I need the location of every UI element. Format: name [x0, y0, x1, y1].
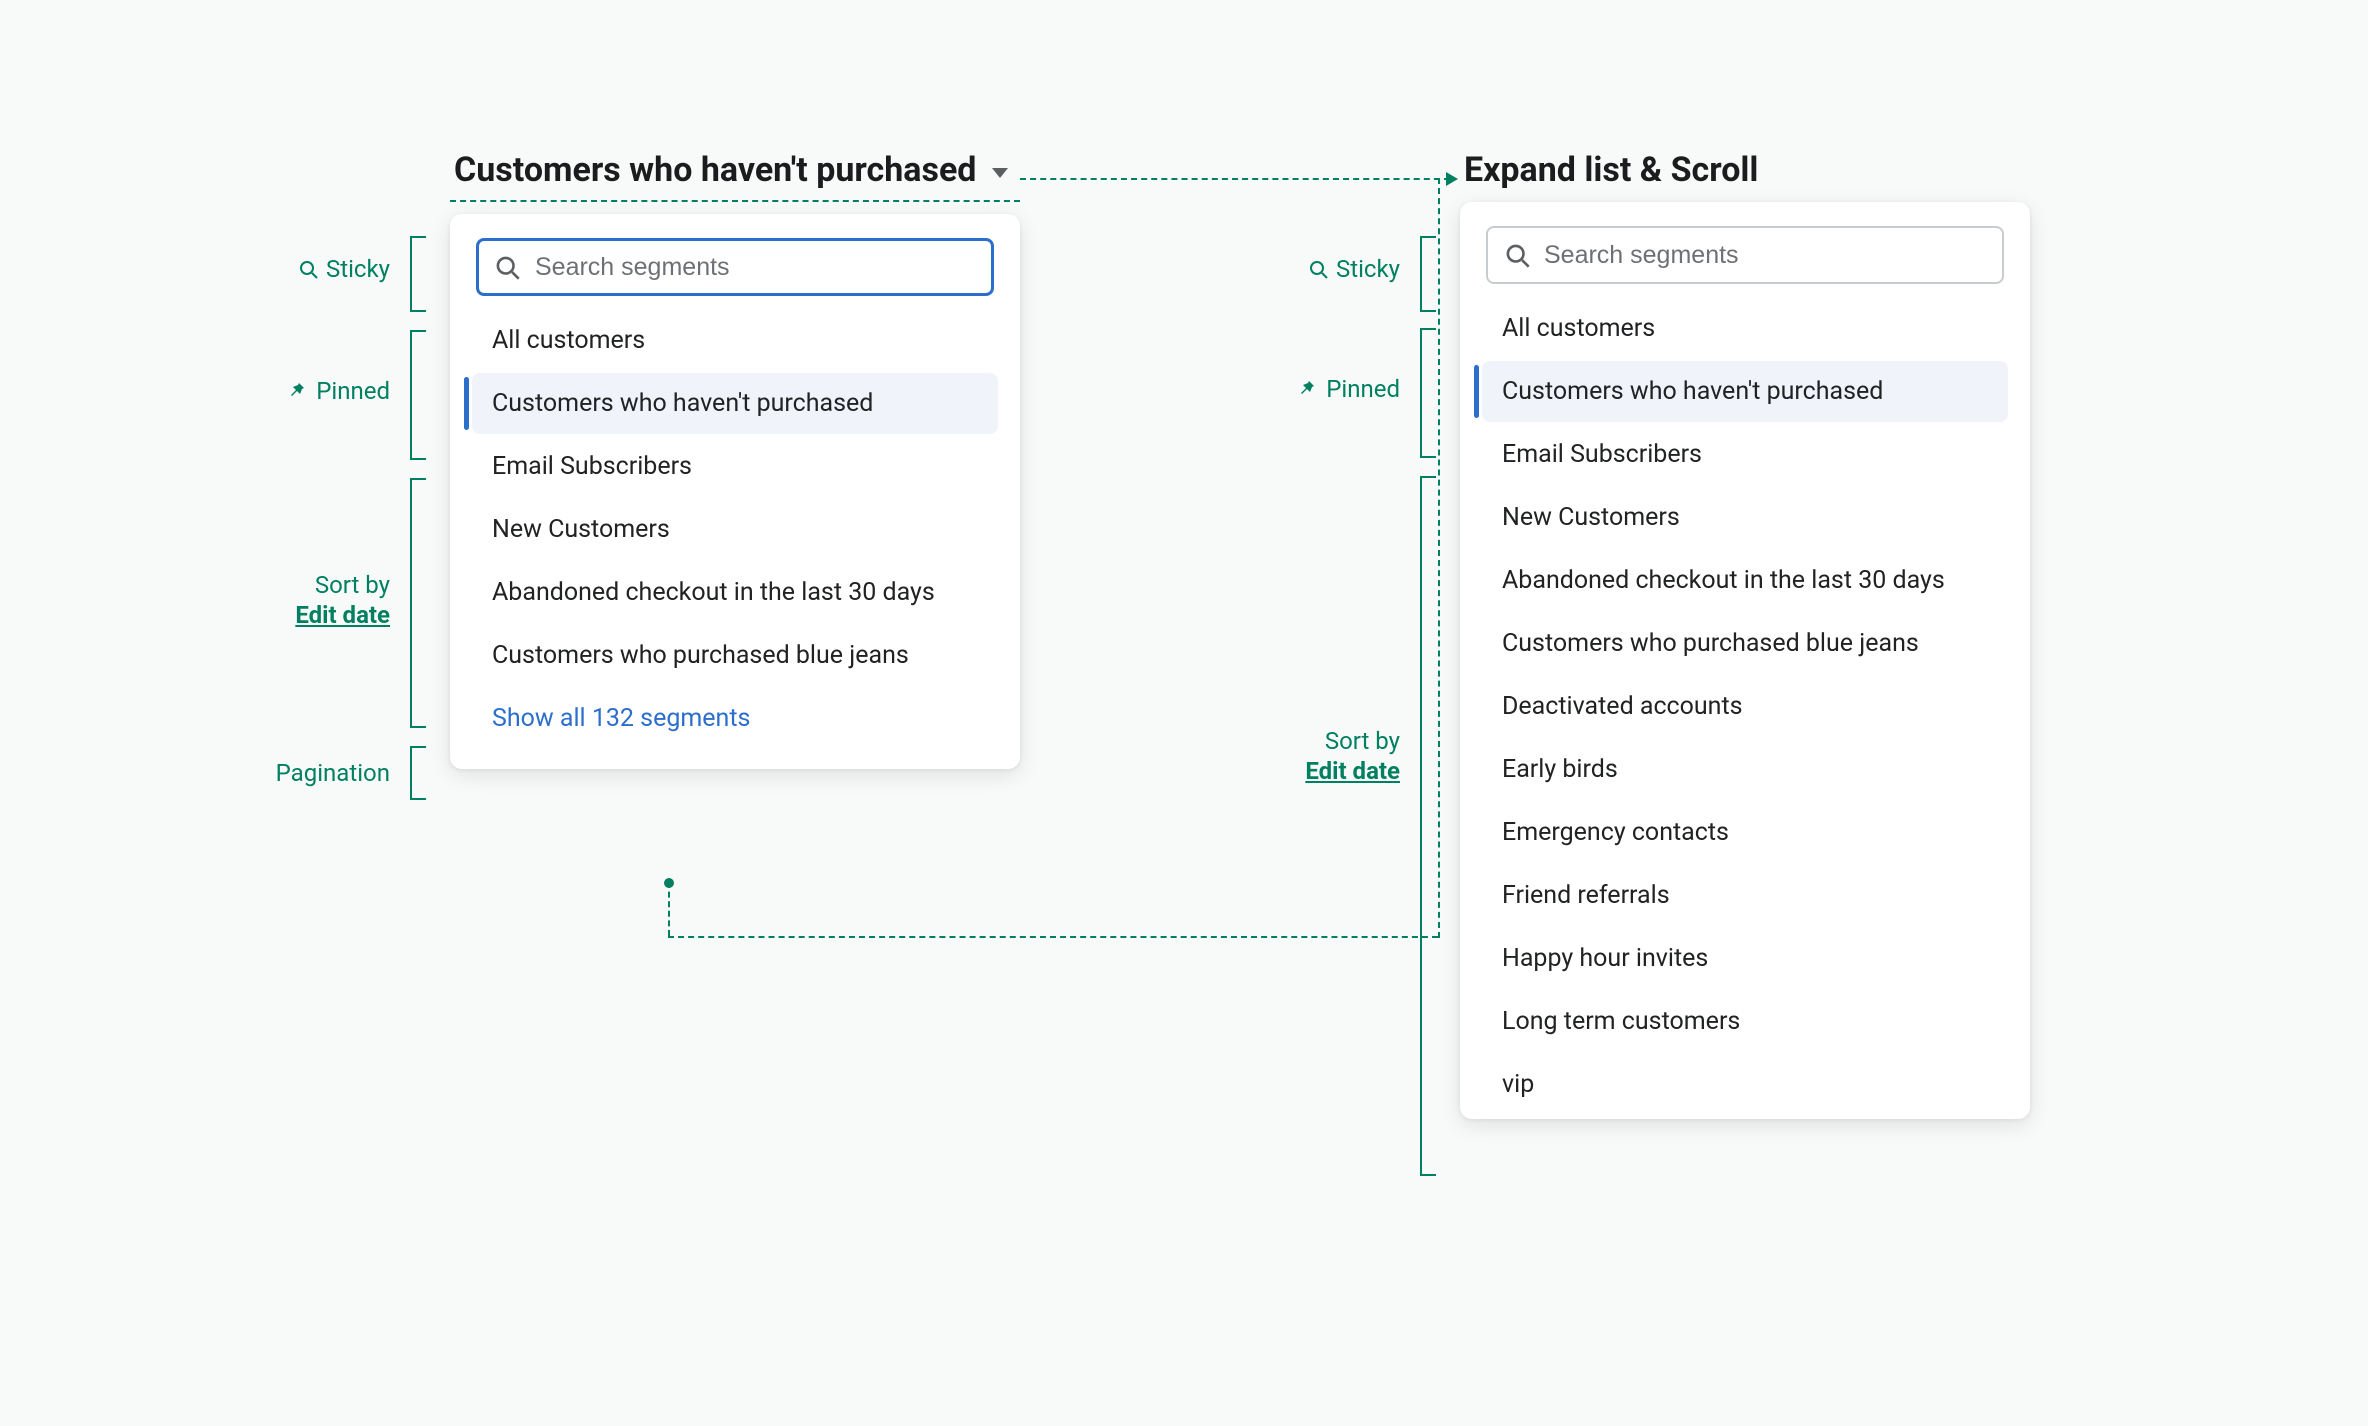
segment-item[interactable]: Email Subscribers [472, 436, 998, 497]
annotation-sort-by: Sort by [315, 570, 390, 600]
segment-item[interactable]: Customers who haven't purchased [1482, 361, 2008, 422]
pin-icon [288, 381, 308, 401]
annotation-pagination: Pagination [276, 758, 390, 788]
pin-icon [1298, 379, 1318, 399]
annotation-edit-date[interactable]: Edit date [1305, 756, 1400, 786]
segment-item[interactable]: Abandoned checkout in the last 30 days [472, 562, 998, 623]
search-input[interactable] [476, 238, 994, 296]
annotation-sticky: Sticky [1336, 254, 1400, 284]
annotation-sort-by: Sort by [1325, 726, 1400, 756]
segment-item[interactable]: All customers [1482, 298, 2008, 359]
expanded-state: Expand list & Scroll All customersCustom… [1460, 150, 2030, 1119]
segment-item[interactable]: Customers who haven't purchased [472, 373, 998, 434]
search-row-expanded [1486, 226, 2004, 284]
segment-item[interactable]: Emergency contacts [1482, 802, 2008, 863]
caret-down-icon [992, 168, 1008, 178]
segment-item[interactable]: vip [1482, 1054, 2008, 1115]
connector [668, 882, 670, 936]
segment-item[interactable]: All customers [472, 310, 998, 371]
segment-item[interactable]: New Customers [1482, 487, 2008, 548]
segment-item[interactable]: Friend referrals [1482, 865, 2008, 926]
segment-item[interactable]: Customers who purchased blue jeans [1482, 613, 2008, 674]
segment-item[interactable]: Customers who purchased blue jeans [472, 625, 998, 686]
connector [668, 936, 1438, 938]
show-all-link[interactable]: Show all 132 segments [472, 688, 998, 749]
segment-item[interactable]: Early birds [1482, 739, 2008, 800]
segment-list: All customersCustomers who haven't purch… [464, 310, 1006, 686]
segment-item[interactable]: Email Subscribers [1482, 424, 2008, 485]
segment-dropdown-trigger[interactable]: Customers who haven't purchased [450, 150, 1020, 202]
segment-item[interactable]: New Customers [472, 499, 998, 560]
segment-dropdown-panel-expanded: All customersCustomers who haven't purch… [1460, 202, 2030, 1119]
segment-item[interactable]: Deactivated accounts [1482, 676, 2008, 737]
search-icon [1504, 242, 1530, 268]
connector [1020, 178, 1450, 180]
search-row [476, 238, 994, 296]
annotation-pinned: Pinned [316, 376, 390, 406]
segment-dropdown-panel: All customersCustomers who haven't purch… [450, 214, 1020, 769]
dropdown-trigger-label: Customers who haven't purchased [454, 150, 976, 190]
segment-item[interactable]: Abandoned checkout in the last 30 days [1482, 550, 2008, 611]
expanded-title: Expand list & Scroll [1460, 150, 2030, 190]
segment-item[interactable]: Long term customers [1482, 991, 2008, 1052]
segment-item[interactable]: Happy hour invites [1482, 928, 2008, 989]
search-icon [298, 259, 318, 279]
search-input-expanded[interactable] [1486, 226, 2004, 284]
compact-state: Customers who haven't purchased All cust… [450, 150, 1020, 769]
annotation-sticky: Sticky [326, 254, 390, 284]
search-icon [1308, 259, 1328, 279]
search-icon [494, 254, 520, 280]
connector [1438, 178, 1440, 938]
arrowhead-icon [1446, 172, 1458, 186]
segment-list-expanded[interactable]: All customersCustomers who haven't purch… [1474, 298, 2016, 1115]
annotation-pinned: Pinned [1326, 374, 1400, 404]
annotation-edit-date[interactable]: Edit date [295, 600, 390, 630]
